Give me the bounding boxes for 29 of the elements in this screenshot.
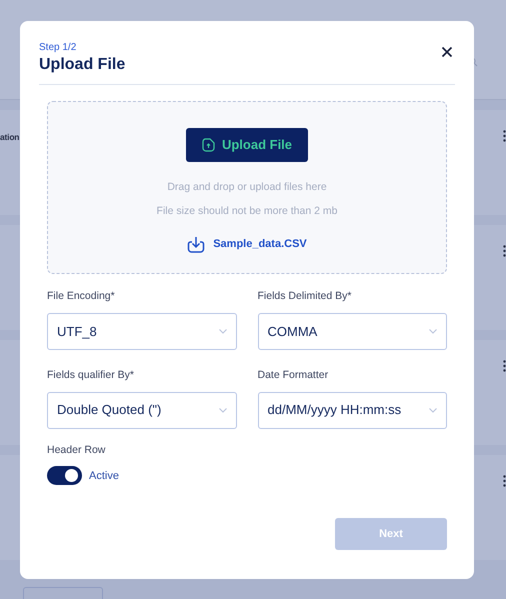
chevron-down-icon xyxy=(218,328,226,334)
kebab-icon[interactable] xyxy=(503,360,506,372)
kebab-icon[interactable] xyxy=(503,475,506,487)
chevron-down-icon xyxy=(429,408,437,413)
field-label: File Encoding* xyxy=(47,289,116,304)
select-field[interactable]: dd/MM/yyyy HH:mm:ss xyxy=(258,392,447,429)
step-label: Step 1/2 xyxy=(39,41,78,55)
file-icon xyxy=(202,138,215,152)
kebab-icon[interactable] xyxy=(503,245,506,257)
row-title: ation xyxy=(0,131,20,144)
drop-zone[interactable]: Upload File Drag and drop or upload files here File size should not be more than 2 mb Sample_data.CSV xyxy=(47,101,447,274)
dialog-title: Upload File xyxy=(39,55,126,74)
download-icon xyxy=(187,236,206,254)
toggle-switch[interactable] xyxy=(47,466,82,486)
upload-button[interactable]: Upload File xyxy=(186,128,308,162)
field-label: Fields qualifier By* xyxy=(47,368,135,383)
toggle-state: Active xyxy=(89,468,119,484)
select-field[interactable]: Double Quoted (") xyxy=(47,392,236,429)
drop-hint: Drag and drop or upload files here xyxy=(167,180,327,195)
chevron-down-icon xyxy=(218,408,226,413)
select-field[interactable]: UTF_8 xyxy=(47,312,236,350)
size-note: File size should not be more than 2 mb xyxy=(156,204,338,220)
chevron-down-icon xyxy=(429,328,437,334)
field-label: Fields Delimited By* xyxy=(258,289,352,304)
sample-file-link[interactable]: Sample_data.CSV xyxy=(213,236,307,253)
field-label: Header Row xyxy=(47,442,106,458)
kebab-icon[interactable] xyxy=(503,130,506,142)
field-label: Date Formatter xyxy=(258,368,330,383)
select-field[interactable]: COMMA xyxy=(258,312,447,350)
